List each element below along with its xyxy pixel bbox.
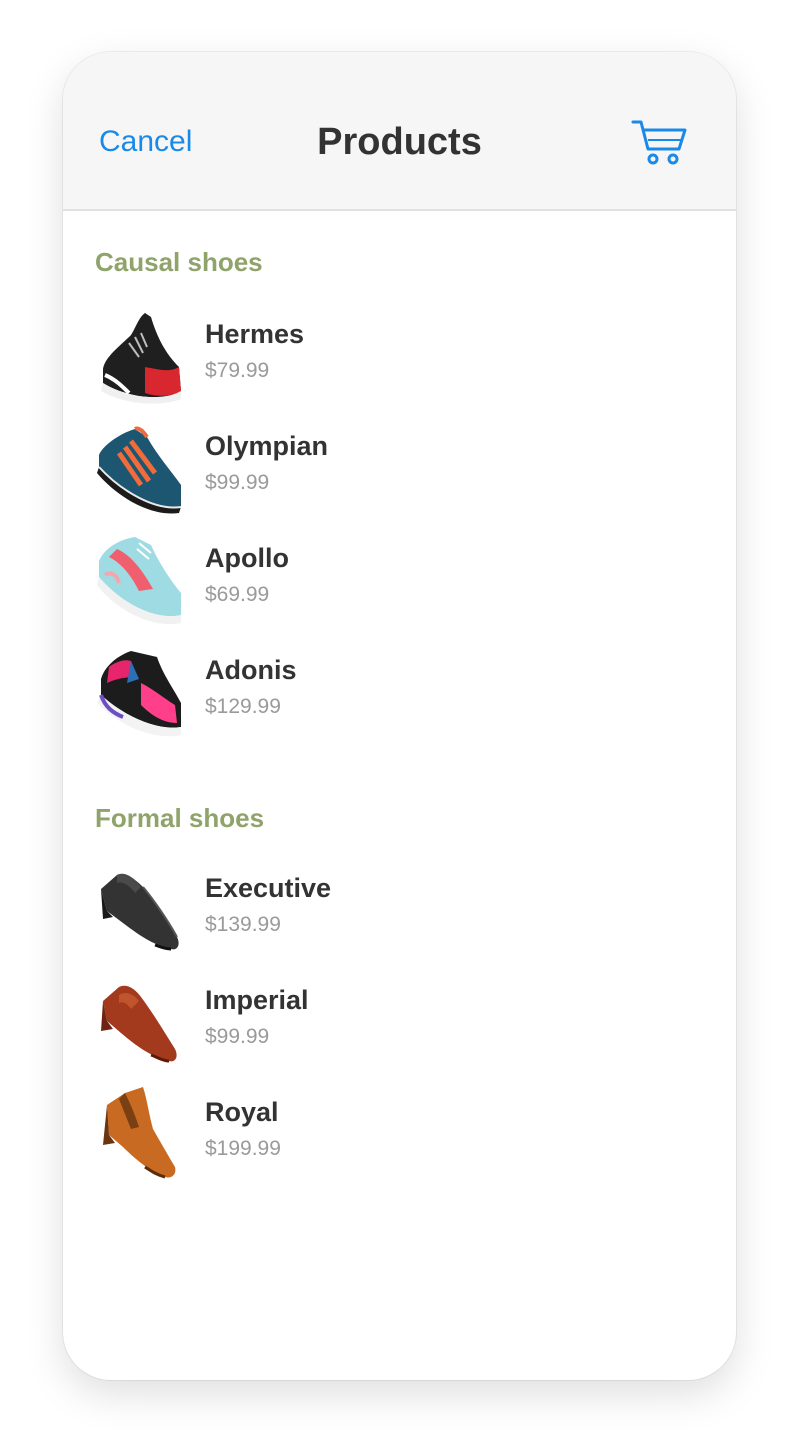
product-item-apollo[interactable]: Apollo $69.99 <box>95 531 705 631</box>
product-item-imperial[interactable]: Imperial $99.99 <box>95 973 705 1073</box>
product-item-executive[interactable]: Executive $139.99 <box>95 861 705 961</box>
product-price: $199.99 <box>205 1137 281 1160</box>
sneaker-image <box>95 643 185 743</box>
shopping-cart-icon[interactable] <box>631 118 689 166</box>
product-name: Olympian <box>205 431 329 461</box>
section-header-formal-shoes: Formal shoes <box>95 803 265 833</box>
product-item-adonis[interactable]: Adonis $129.99 <box>95 643 705 743</box>
navigation-bar: Cancel Products <box>63 52 736 211</box>
product-name: Adonis <box>205 655 297 685</box>
product-name: Royal <box>205 1097 279 1127</box>
product-item-royal[interactable]: Royal $199.99 <box>95 1085 705 1185</box>
product-price: $129.99 <box>205 695 281 718</box>
product-price: $99.99 <box>205 1025 270 1048</box>
product-name: Imperial <box>205 985 309 1015</box>
loafer-image <box>95 973 185 1073</box>
product-name: Apollo <box>205 543 289 573</box>
section-header-causal-shoes: Causal shoes <box>95 247 263 277</box>
sneaker-image <box>95 307 185 407</box>
product-price: $139.99 <box>205 913 281 936</box>
product-name: Executive <box>205 873 332 903</box>
product-price: $99.99 <box>205 471 270 494</box>
sneaker-image <box>95 419 185 519</box>
chelsea-boot-image <box>95 1085 185 1185</box>
product-price: $79.99 <box>205 359 270 382</box>
product-item-olympian[interactable]: Olympian $99.99 <box>95 419 705 519</box>
product-item-hermes[interactable]: Hermes $79.99 <box>95 307 705 407</box>
product-price: $69.99 <box>205 583 270 606</box>
sneaker-image <box>95 531 185 631</box>
dress-shoe-image <box>95 861 185 961</box>
product-name: Hermes <box>205 319 305 349</box>
phone-frame: Cancel Products Causal shoes Hermes $79.… <box>63 52 736 1380</box>
